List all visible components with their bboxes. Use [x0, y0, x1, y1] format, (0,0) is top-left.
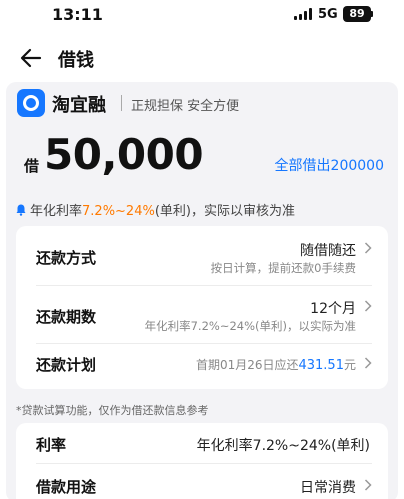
rate-note-prefix: 年化利率 — [30, 204, 83, 219]
rate-note-highlight: 7.2%~24% — [82, 204, 155, 219]
loan-purpose-label: 借款用途 — [36, 478, 97, 496]
nav-bar: 借钱 — [0, 38, 404, 80]
repayment-plan-suffix: 元 — [343, 358, 356, 372]
chevron-right-icon — [364, 242, 372, 254]
repayment-plan-amount: 431.51 — [298, 358, 344, 373]
loan-amount-input[interactable]: 50,000 — [44, 130, 204, 179]
brand-name: 淘宜融 — [52, 95, 106, 116]
chevron-right-icon — [364, 357, 372, 369]
status-bar: 13:11 5G 89 — [0, 0, 404, 32]
repayment-method-label: 还款方式 — [36, 249, 97, 267]
rate-note-suffix: (单利)，实际以审核为准 — [154, 204, 295, 219]
taoyirong-logo-icon — [17, 89, 45, 117]
repayment-term-label: 还款期数 — [36, 308, 97, 326]
borrow-all-link[interactable]: 全部借出200000 — [275, 155, 384, 175]
repayment-card: 还款方式 随借随还 按日计算，提前还款0手续费 还款期数 12个月 年化利率7.… — [16, 226, 388, 389]
loan-purpose-value: 日常消费 — [300, 480, 356, 496]
rate-note: 年化利率7.2%~24%(单利)，实际以审核为准 — [16, 200, 295, 219]
arrow-left-icon[interactable] — [18, 45, 44, 71]
bell-icon — [16, 204, 26, 216]
page-title: 借钱 — [58, 50, 94, 71]
brand-divider — [121, 95, 122, 111]
repayment-term-sub: 年化利率7.2%~24%(单利)，以实际为准 — [144, 319, 356, 333]
chevron-right-icon — [364, 479, 372, 491]
repayment-plan-row[interactable]: 还款计划 首期01月26日应还431.51元 — [16, 344, 388, 389]
interest-rate-value: 年化利率7.2%~24%(单利) — [196, 438, 370, 454]
disclaimer-text: *贷款试算功能，仅作为借还款信息参考 — [16, 404, 209, 417]
details-card: 利率 年化利率7.2%~24%(单利) 借款用途 日常消费 — [16, 423, 388, 499]
signal-icon — [294, 8, 314, 20]
interest-rate-label: 利率 — [36, 436, 67, 454]
loan-purpose-row[interactable]: 借款用途 日常消费 — [16, 464, 388, 499]
repayment-term-value: 12个月 — [310, 301, 356, 317]
interest-rate-row: 利率 年化利率7.2%~24%(单利) — [16, 423, 388, 463]
status-time: 13:11 — [52, 5, 103, 24]
repayment-term-row[interactable]: 还款期数 12个月 年化利率7.2%~24%(单利)，以实际为准 — [16, 286, 388, 343]
repayment-method-value: 随借随还 — [300, 243, 356, 259]
battery-tip — [371, 11, 373, 17]
battery-level: 89 — [349, 7, 365, 20]
repayment-plan-value: 首期01月26日应还431.51元 — [196, 356, 356, 373]
brand-tagline: 正规担保 安全方便 — [131, 99, 240, 114]
amount-prefix: 借 — [24, 157, 40, 175]
repayment-method-row[interactable]: 还款方式 随借随还 按日计算，提前还款0手续费 — [16, 226, 388, 285]
repayment-method-sub: 按日计算，提前还款0手续费 — [210, 261, 356, 275]
repayment-plan-prefix: 首期01月26日应还 — [195, 358, 299, 372]
repayment-plan-label: 还款计划 — [36, 356, 97, 374]
network-label: 5G — [318, 7, 338, 22]
chevron-right-icon — [364, 300, 372, 312]
battery-icon: 89 — [343, 6, 371, 22]
